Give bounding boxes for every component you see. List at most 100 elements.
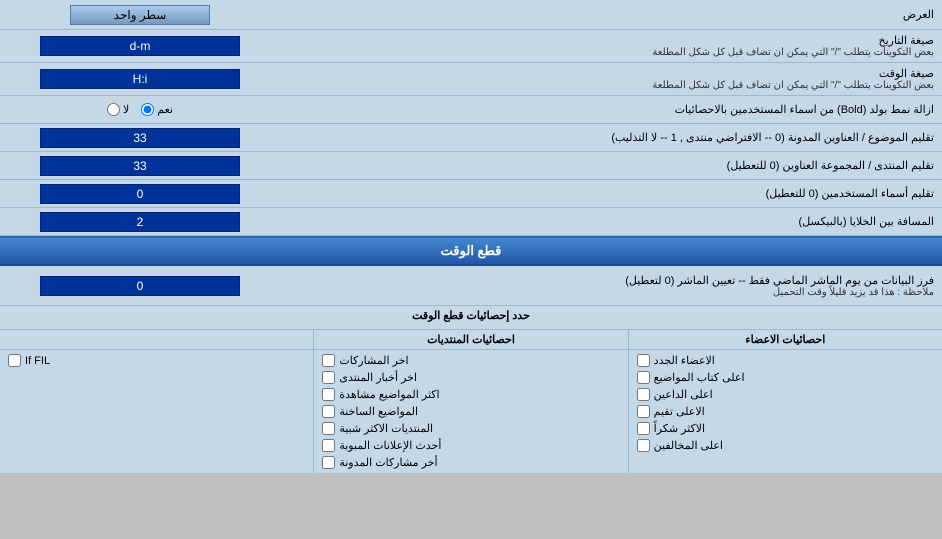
checkbox-item-col2-1: اخر أخبار المنتدى <box>318 369 623 386</box>
checkbox-col1-4[interactable] <box>637 422 650 435</box>
user-names-input-area <box>0 181 280 207</box>
bold-remove-radio-area: نعم لا <box>0 100 280 119</box>
checkbox-label-col1-3: الاعلى تقيم <box>654 405 705 418</box>
checkbox-col2-5[interactable] <box>322 439 335 452</box>
checkbox-label-col2-2: اكثر المواضيع مشاهدة <box>339 388 439 401</box>
cutoff-note: ملاحظة : هذا قد يزيد قليلاً وقت التحميل <box>288 287 934 298</box>
radio-no-input[interactable] <box>107 103 120 116</box>
checkbox-col1-3[interactable] <box>637 405 650 418</box>
checkbox-label-col1-4: الاكثر شكراً <box>654 422 705 435</box>
date-format-input-area <box>0 33 280 59</box>
checkbox-col2-6[interactable] <box>322 456 335 469</box>
checkbox-header: احصائيات الاعضاء احصائيات المنتديات <box>0 330 942 350</box>
checkbox-item-col2-6: أخر مشاركات المدونة <box>318 454 623 471</box>
checkbox-col-2: اخر المشاركات اخر أخبار المنتدى اكثر الم… <box>313 350 627 473</box>
checkbox-item-col3-0: If FIL <box>4 352 309 369</box>
cutoff-row: فرز البيانات من يوم الماشر الماضي فقط --… <box>0 266 942 306</box>
header-label: العرض <box>280 4 942 25</box>
time-format-row: صيغة الوقت بعض التكوينات يتطلب "/" التي … <box>0 63 942 96</box>
checkbox-col1-1[interactable] <box>637 371 650 384</box>
checkbox-label-col2-4: المنتديات الاكثر شبية <box>339 422 433 435</box>
topic-titles-label: تقليم الموضوع / العناوين المدونة (0 -- ا… <box>280 127 942 148</box>
forum-titles-input[interactable] <box>40 156 240 176</box>
time-format-input-area <box>0 66 280 92</box>
checkbox-col2-0[interactable] <box>322 354 335 367</box>
radio-yes-input[interactable] <box>141 103 154 116</box>
main-container: العرض سطر واحد صيغة التاريخ بعض التكوينا… <box>0 0 942 473</box>
cutoff-input[interactable] <box>40 276 240 296</box>
date-format-input[interactable] <box>40 36 240 56</box>
forum-titles-label: تقليم المنتدى / المجموعة العناوين (0 للت… <box>280 155 942 176</box>
checkbox-col2-3[interactable] <box>322 405 335 418</box>
checkbox-label-col2-0: اخر المشاركات <box>339 354 408 367</box>
date-format-row: صيغة التاريخ بعض التكوينات يتطلب "/" الت… <box>0 30 942 63</box>
checkbox-label-col1-1: اعلى كتاب المواضيع <box>654 371 745 384</box>
checkbox-item-col1-0: الاعضاء الجدد <box>633 352 938 369</box>
checkbox-rows-container: الاعضاء الجدد اعلى كتاب المواضيع اعلى ال… <box>0 350 942 473</box>
checkbox-label-col2-6: أخر مشاركات المدونة <box>339 456 437 469</box>
time-format-main-label: صيغة الوقت <box>288 67 934 80</box>
cell-spacing-input-area <box>0 209 280 235</box>
bold-remove-label: ازالة نمط بولد (Bold) من اسماء المستخدمي… <box>280 99 942 120</box>
cell-spacing-row: المسافة بين الخلايا (بالبيكسل) <box>0 208 942 236</box>
cutoff-main-label: فرز البيانات من يوم الماشر الماضي فقط --… <box>288 274 934 287</box>
user-names-row: تقليم أسماء المستخدمين (0 للتعطيل) <box>0 180 942 208</box>
checkbox-col1-2[interactable] <box>637 388 650 401</box>
checkbox-col3-0[interactable] <box>8 354 21 367</box>
checkbox-label-col1-2: اعلى الداعين <box>654 388 713 401</box>
checkbox-col1-5[interactable] <box>637 439 650 452</box>
checkbox-label-col3-0: If FIL <box>25 355 50 367</box>
date-format-sublabel: بعض التكوينات يتطلب "/" التي يمكن ان تضا… <box>288 47 934 58</box>
checkbox-item-col1-1: اعلى كتاب المواضيع <box>633 369 938 386</box>
checkbox-col-1: الاعضاء الجدد اعلى كتاب المواضيع اعلى ال… <box>628 350 942 473</box>
forum-titles-input-area <box>0 153 280 179</box>
cutoff-section-header: قطع الوقت <box>0 236 942 266</box>
checkbox-item-col1-5: اعلى المخالفين <box>633 437 938 454</box>
top-select-area: سطر واحد <box>0 2 280 28</box>
radio-option-no[interactable]: لا <box>107 103 129 116</box>
topic-titles-input[interactable] <box>40 128 240 148</box>
time-format-input[interactable] <box>40 69 240 89</box>
checkbox-col1-0[interactable] <box>637 354 650 367</box>
checkbox-item-col2-4: المنتديات الاكثر شبية <box>318 420 623 437</box>
time-format-label: صيغة الوقت بعض التكوينات يتطلب "/" التي … <box>280 63 942 95</box>
stats-label-row: حدد إحصائيات قطع الوقت <box>0 306 942 330</box>
user-names-input[interactable] <box>40 184 240 204</box>
checkbox-col2-2[interactable] <box>322 388 335 401</box>
topic-titles-input-area <box>0 125 280 151</box>
checkbox-item-col2-3: المواضيع الساخنة <box>318 403 623 420</box>
checkbox-label-col2-3: المواضيع الساخنة <box>339 405 418 418</box>
bold-remove-row: ازالة نمط بولد (Bold) من اسماء المستخدمي… <box>0 96 942 124</box>
cell-spacing-input[interactable] <box>40 212 240 232</box>
radio-option-yes[interactable]: نعم <box>141 103 173 116</box>
user-names-label: تقليم أسماء المستخدمين (0 للتعطيل) <box>280 183 942 204</box>
checkbox-item-col2-5: أحدث الإعلانات المبوبة <box>318 437 623 454</box>
topic-titles-row: تقليم الموضوع / العناوين المدونة (0 -- ا… <box>0 124 942 152</box>
checkbox-item-col2-0: اخر المشاركات <box>318 352 623 369</box>
cutoff-input-area <box>0 273 280 299</box>
checkbox-item-col2-2: اكثر المواضيع مشاهدة <box>318 386 623 403</box>
top-row: العرض سطر واحد <box>0 0 942 30</box>
checkbox-label-col1-5: اعلى المخالفين <box>654 439 723 452</box>
stats-main-label: حدد إحصائيات قطع الوقت <box>0 306 942 329</box>
time-format-sublabel: بعض التكوينات يتطلب "/" التي يمكن ان تضا… <box>288 80 934 91</box>
date-format-main-label: صيغة التاريخ <box>288 34 934 47</box>
date-format-label: صيغة التاريخ بعض التكوينات يتطلب "/" الت… <box>280 30 942 62</box>
checkbox-item-col1-4: الاكثر شكراً <box>633 420 938 437</box>
checkbox-col-3: If FIL <box>0 350 313 473</box>
checkbox-label-col2-5: أحدث الإعلانات المبوبة <box>339 439 441 452</box>
radio-yes-label: نعم <box>157 103 173 116</box>
checkbox-col2-1[interactable] <box>322 371 335 384</box>
checkbox-col2-4[interactable] <box>322 422 335 435</box>
col2-header: احصائيات المنتديات <box>313 330 627 349</box>
radio-no-label: لا <box>123 103 129 116</box>
col3-header <box>0 330 313 349</box>
checkbox-item-col1-2: اعلى الداعين <box>633 386 938 403</box>
col1-header: احصائيات الاعضاء <box>628 330 942 349</box>
cell-spacing-label: المسافة بين الخلايا (بالبيكسل) <box>280 211 942 232</box>
dropdown-button[interactable]: سطر واحد <box>70 5 210 25</box>
forum-titles-row: تقليم المنتدى / المجموعة العناوين (0 للت… <box>0 152 942 180</box>
cutoff-label: فرز البيانات من يوم الماشر الماضي فقط --… <box>280 270 942 302</box>
checkbox-item-col1-3: الاعلى تقيم <box>633 403 938 420</box>
checkbox-label-col2-1: اخر أخبار المنتدى <box>339 371 417 384</box>
